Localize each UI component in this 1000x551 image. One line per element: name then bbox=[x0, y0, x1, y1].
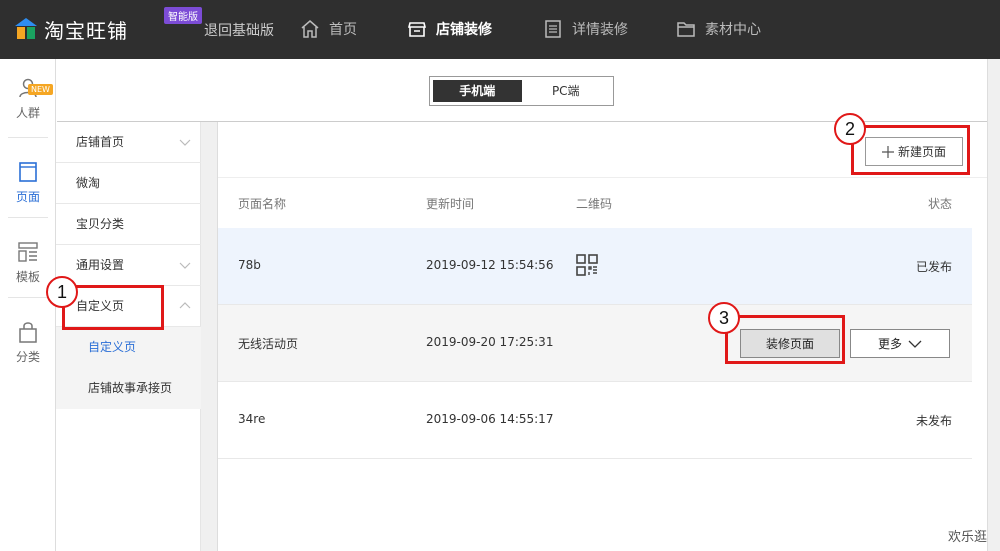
page-sidebar: 店铺首页 微淘 宝贝分类 通用设置 自定义页 自定义页 店铺故事承接页 bbox=[56, 122, 201, 551]
scrollbar[interactable] bbox=[987, 59, 1000, 551]
table-row[interactable]: 34re 2019-09-06 14:55:17 未发布 bbox=[218, 382, 972, 459]
watermark: 欢乐逛 bbox=[948, 530, 988, 545]
edition-badge: 智能版 bbox=[164, 7, 202, 24]
rail-item-crowd[interactable]: NEW 人群 bbox=[0, 77, 56, 157]
back-to-basic-link[interactable]: 退回基础版 bbox=[204, 20, 274, 40]
sidebar-item-label: 通用设置 bbox=[76, 258, 125, 272]
bag-icon bbox=[19, 322, 37, 343]
update-time: 2019-09-20 17:25:31 bbox=[426, 335, 554, 349]
table-row[interactable]: 78b 2019-09-12 15:54:56 已发布 bbox=[218, 228, 972, 305]
table-header: 页面名称 更新时间 二维码 状态 bbox=[218, 178, 988, 228]
callout-2: 2 bbox=[834, 113, 866, 145]
chevron-down-icon bbox=[179, 262, 191, 269]
page-name: 无线活动页 bbox=[238, 337, 299, 351]
sidebar-subitem-custom-page[interactable]: 自定义页 bbox=[56, 327, 201, 368]
toggle-pc[interactable]: PC端 bbox=[522, 80, 611, 102]
new-badge: NEW bbox=[28, 84, 53, 95]
document-icon bbox=[545, 20, 561, 38]
column-header-name: 页面名称 bbox=[238, 197, 287, 211]
divider bbox=[8, 297, 48, 298]
template-icon bbox=[18, 242, 38, 262]
page-name: 78b bbox=[238, 258, 261, 272]
sidebar-item-weitao[interactable]: 微淘 bbox=[56, 163, 201, 204]
qrcode-icon[interactable] bbox=[576, 254, 598, 276]
nav-home[interactable]: 首页 bbox=[300, 16, 357, 42]
sidebar-item-general-settings[interactable]: 通用设置 bbox=[56, 245, 201, 286]
callout-1: 1 bbox=[46, 276, 78, 308]
page-list-panel: 新建页面 页面名称 更新时间 二维码 状态 78b 2019-09-12 15:… bbox=[217, 122, 988, 551]
device-toggle: 手机端 PC端 bbox=[429, 76, 614, 106]
nav-shop-label: 店铺装修 bbox=[436, 22, 492, 38]
column-header-time: 更新时间 bbox=[426, 197, 475, 211]
sidebar-subitem-shop-story[interactable]: 店铺故事承接页 bbox=[56, 368, 201, 409]
status-text: 已发布 bbox=[915, 260, 952, 274]
rail-item-category[interactable]: 分类 bbox=[0, 321, 56, 401]
annotation-box-3 bbox=[725, 315, 845, 364]
divider bbox=[8, 217, 48, 218]
nav-detail-decoration[interactable]: 详情装修 bbox=[543, 16, 628, 42]
nav-material-label: 素材中心 bbox=[705, 22, 761, 38]
nav-material-center[interactable]: 素材中心 bbox=[676, 16, 761, 42]
page-icon bbox=[19, 162, 37, 182]
logo[interactable]: 淘宝旺铺 智能版 bbox=[14, 7, 202, 46]
rail-label-crowd: 人群 bbox=[15, 106, 40, 120]
sidebar-item-label: 店铺首页 bbox=[76, 135, 125, 149]
rail-label-category: 分类 bbox=[15, 350, 40, 364]
column-header-status: 状态 bbox=[927, 197, 952, 211]
annotation-box-2 bbox=[851, 125, 970, 175]
chevron-down-icon bbox=[179, 139, 191, 146]
more-button[interactable]: 更多 bbox=[850, 329, 950, 358]
divider bbox=[8, 137, 48, 138]
update-time: 2019-09-06 14:55:17 bbox=[426, 412, 554, 426]
shop-icon bbox=[407, 22, 427, 37]
icon-rail: NEW 人群 页面 模板 分类 bbox=[0, 59, 56, 551]
nav-detail-label: 详情装修 bbox=[572, 22, 628, 38]
toggle-mobile[interactable]: 手机端 bbox=[433, 80, 522, 102]
logo-icon bbox=[15, 18, 37, 39]
sidebar-gutter bbox=[201, 122, 217, 551]
sidebar-item-shop-home[interactable]: 店铺首页 bbox=[56, 122, 201, 163]
sidebar-item-label: 宝贝分类 bbox=[76, 217, 125, 231]
status-text: 未发布 bbox=[915, 414, 952, 428]
rail-item-template[interactable]: 模板 bbox=[0, 241, 56, 321]
chevron-down-icon bbox=[908, 340, 922, 348]
page-name: 34re bbox=[238, 412, 266, 426]
callout-3: 3 bbox=[708, 302, 740, 334]
top-bar: 淘宝旺铺 智能版 退回基础版 首页 店铺装修 详情装修 素材中心 bbox=[0, 0, 1000, 59]
sidebar-item-label: 微淘 bbox=[76, 176, 101, 190]
home-icon bbox=[301, 20, 319, 38]
rail-item-page[interactable]: 页面 bbox=[0, 161, 56, 241]
update-time: 2019-09-12 15:54:56 bbox=[426, 258, 554, 272]
column-header-qrcode: 二维码 bbox=[576, 197, 613, 211]
logo-text: 淘宝旺铺 bbox=[44, 18, 128, 43]
folder-icon bbox=[677, 22, 695, 37]
sidebar-item-item-category[interactable]: 宝贝分类 bbox=[56, 204, 201, 245]
more-label: 更多 bbox=[877, 337, 902, 351]
rail-label-page: 页面 bbox=[15, 190, 40, 204]
nav-home-label: 首页 bbox=[329, 22, 357, 38]
table-row[interactable]: 无线活动页 2019-09-20 17:25:31 装修页面 更多 bbox=[218, 305, 972, 382]
nav-shop-decoration[interactable]: 店铺装修 bbox=[407, 16, 492, 42]
chevron-up-icon bbox=[179, 302, 191, 309]
